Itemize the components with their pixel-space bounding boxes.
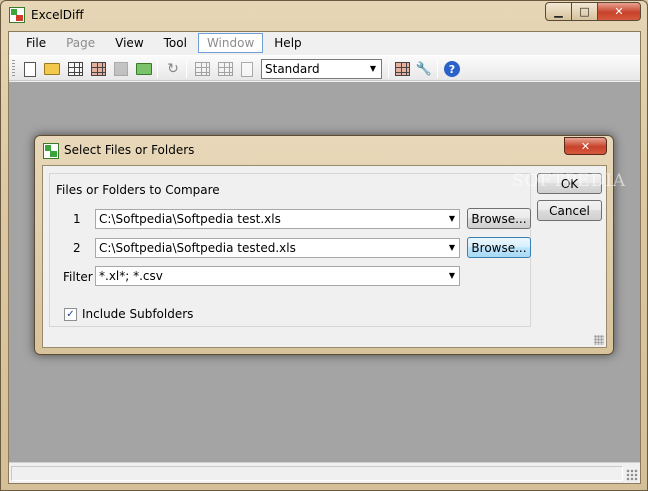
close-button[interactable]: ✕ [597,2,641,21]
open-workbook-icon[interactable] [66,60,84,78]
view-mode-value: Standard [265,62,320,76]
diff-options-icon[interactable] [238,60,256,78]
select-files-dialog: Select Files or Folders ✕ Files or Folde… [34,135,614,355]
files-group-box: Files or Folders to Compare 1 C:\Softped… [49,173,531,327]
open-folder-icon[interactable] [43,60,61,78]
new-document-icon[interactable] [21,60,39,78]
toolbar-grip[interactable] [12,60,15,78]
chevron-down-icon[interactable]: ▼ [445,267,459,285]
chevron-down-icon[interactable]: ▼ [445,239,459,257]
status-bar [9,462,640,483]
save-icon[interactable] [112,60,130,78]
status-pane [11,466,623,481]
maximize-button[interactable]: □ [571,2,598,21]
filter-combo[interactable]: *.xl*; *.csv ▼ [95,266,460,286]
filter-value: *.xl*; *.csv [99,269,163,283]
menu-page[interactable]: Page [57,33,104,53]
export-icon[interactable] [135,60,153,78]
caption-buttons: ▁ □ ✕ [545,2,641,21]
file-2-combo[interactable]: C:\Softpedia\Softpedia tested.xls ▼ [95,238,460,258]
diff-report-icon[interactable] [193,60,211,78]
menu-bar: File Page View Tool Window Help [9,32,640,54]
browse-1-button[interactable]: Browse... [467,208,531,229]
toolbar-separator [437,60,438,78]
toolbar: ↻ Standard ▼ 🔧 ? [9,55,640,81]
menu-help[interactable]: Help [265,33,310,53]
filter-label: Filter [63,270,93,284]
sheet-view-icon[interactable] [216,60,234,78]
dialog-app-icon [43,143,59,159]
tools-icon[interactable]: 🔧 [415,60,433,78]
include-subfolders-label[interactable]: Include Subfolders [82,307,193,321]
dialog-resize-grip[interactable] [594,335,604,345]
include-subfolders-option[interactable]: ✓ Include Subfolders [64,307,193,321]
toolbar-separator [388,60,389,78]
compare-icon[interactable] [89,60,107,78]
window-title: ExcelDiff [31,8,84,22]
menu-file[interactable]: File [17,33,55,53]
minimize-button[interactable]: ▁ [545,2,572,21]
toolbar-separator [186,60,187,78]
help-icon[interactable]: ? [443,60,461,78]
menu-tool[interactable]: Tool [155,33,196,53]
softpedia-watermark: SOFTPEDIA [512,171,627,191]
resize-grip[interactable] [626,469,638,481]
dialog-close-button[interactable]: ✕ [564,137,607,155]
file-1-combo[interactable]: C:\Softpedia\Softpedia test.xls ▼ [95,209,460,229]
group-title: Files or Folders to Compare [56,183,220,197]
title-bar[interactable]: ExcelDiff ▁ □ ✕ [1,1,647,31]
menu-window[interactable]: Window [197,33,264,53]
file-1-value: C:\Softpedia\Softpedia test.xls [99,212,281,226]
refresh-icon[interactable]: ↻ [164,60,182,78]
exceldiff-app-icon[interactable] [9,7,25,23]
dialog-title: Select Files or Folders [64,143,195,157]
row-2-label: 2 [73,241,81,255]
include-subfolders-checkbox[interactable]: ✓ [64,307,77,321]
dialog-client: Files or Folders to Compare 1 C:\Softped… [42,165,607,348]
chevron-down-icon[interactable]: ▼ [445,210,459,228]
toolbar-separator [157,60,158,78]
cancel-button[interactable]: Cancel [537,200,602,221]
chevron-down-icon[interactable]: ▼ [365,60,381,78]
browse-2-button[interactable]: Browse... [467,237,531,258]
file-2-value: C:\Softpedia\Softpedia tested.xls [99,241,296,255]
row-1-label: 1 [73,212,81,226]
settings-sheet-icon[interactable] [393,60,411,78]
view-mode-combo[interactable]: Standard ▼ [261,59,382,79]
menu-view[interactable]: View [106,33,152,53]
